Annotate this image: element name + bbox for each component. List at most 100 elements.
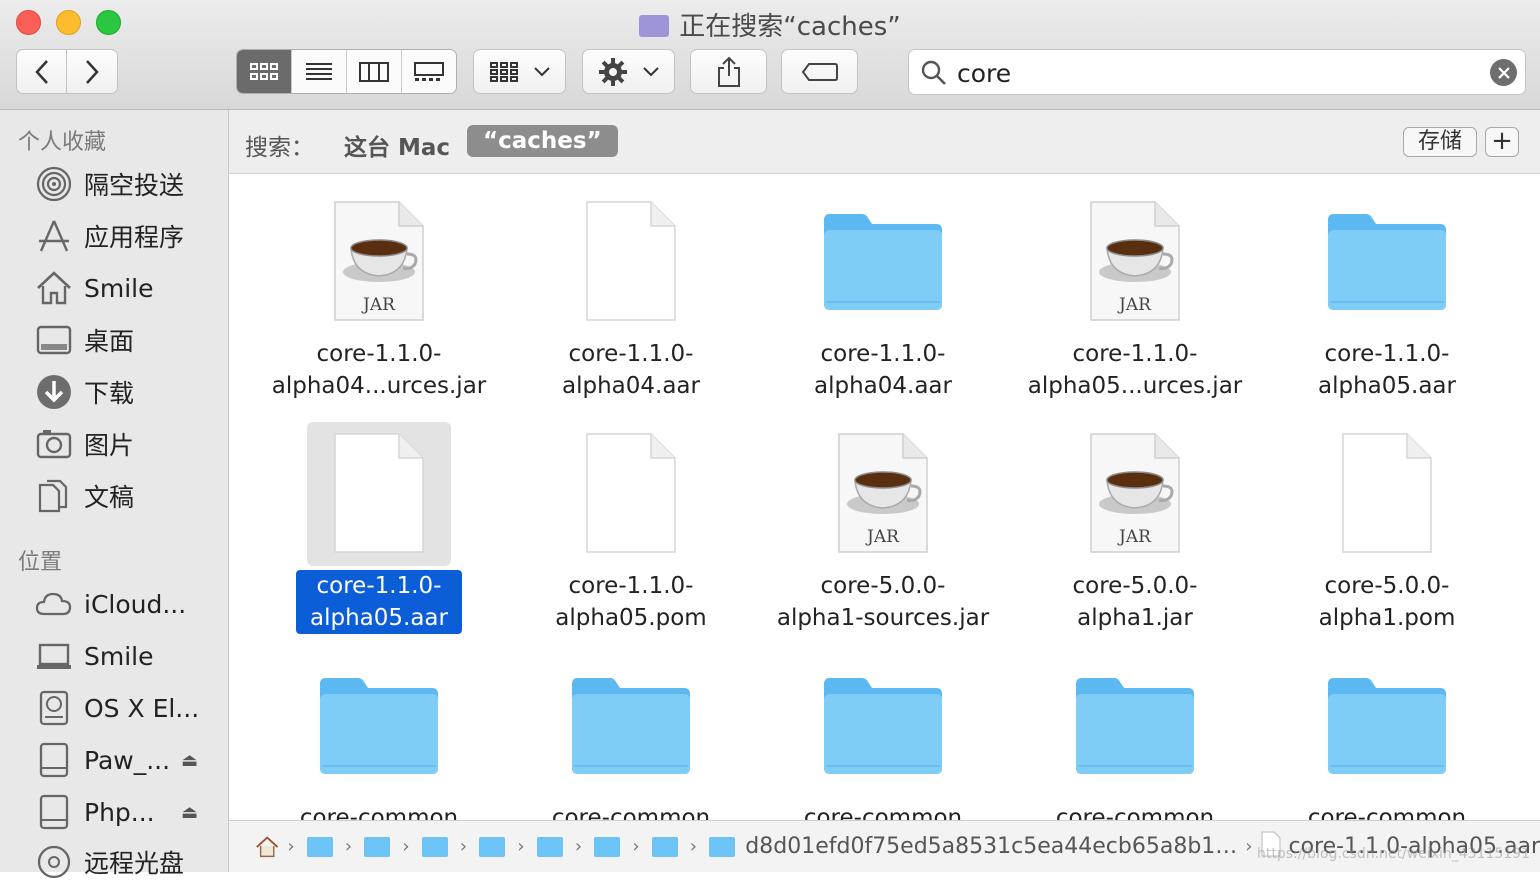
folder-icon: [1315, 190, 1459, 334]
sidebar-item-home[interactable]: Smile: [34, 268, 224, 308]
sidebar-item-label: 文稿: [84, 478, 134, 514]
file-name-line1: core-1.1.0-: [1318, 338, 1457, 370]
document-icon: [559, 422, 703, 566]
file-name-line1: core-5.0.0-: [1066, 570, 1205, 602]
clear-search-button[interactable]: [1490, 59, 1517, 86]
folder-item[interactable]: core-common: [1237, 638, 1487, 820]
add-criteria-button[interactable]: +: [1485, 127, 1519, 157]
search-field[interactable]: [908, 49, 1526, 95]
icon-view-icon: [249, 61, 279, 83]
folder-item[interactable]: core-common: [229, 638, 479, 820]
path-folder-icon[interactable]: [709, 837, 735, 857]
file-name-line2: alpha04...urces.jar: [265, 370, 494, 402]
folder-item[interactable]: core-1.1.0-alpha04.aar: [733, 174, 983, 406]
cloud-icon: [34, 584, 74, 624]
path-separator: ›: [460, 836, 467, 857]
file-item[interactable]: JAR core-5.0.0-alpha1.jar: [985, 406, 1235, 638]
save-search-button[interactable]: 存储: [1403, 127, 1477, 157]
sidebar-item-airdrop[interactable]: 隔空投送: [34, 164, 224, 204]
jar-badge-text: JAR: [361, 295, 396, 315]
sidebar-item-documents[interactable]: 文稿: [34, 476, 224, 516]
path-hash-folder[interactable]: d8d01efd0f75ed5a8531c5ea44ecb65a8b1…: [745, 834, 1237, 859]
search-scope-bar: 搜索： 这台 Mac “caches” 存储 +: [229, 110, 1540, 174]
sidebar-item-label: Smile: [84, 642, 154, 671]
column-view-icon: [358, 61, 390, 83]
forward-button[interactable]: [66, 49, 118, 94]
file-item[interactable]: core-1.1.0-alpha04.aar: [481, 174, 731, 406]
list-view-button[interactable]: [291, 50, 346, 93]
documents-icon: [34, 476, 74, 516]
group-grid-icon: [489, 61, 519, 83]
path-separator: ›: [517, 836, 524, 857]
file-item[interactable]: core-1.1.0-alpha05.aar: [229, 406, 479, 638]
path-folder-icon[interactable]: [652, 837, 678, 857]
path-separator: ›: [575, 836, 582, 857]
file-name-line1: core-1.1.0-: [562, 338, 701, 370]
sidebar-item-pictures[interactable]: 图片: [34, 424, 224, 464]
scope-this-mac-button[interactable]: 这台 Mac: [344, 128, 450, 162]
file-name: core-5.0.0-alpha1.pom: [1237, 570, 1537, 634]
applications-icon: [34, 216, 74, 256]
path-separator: ›: [287, 836, 294, 857]
column-view-button[interactable]: [346, 50, 401, 93]
folder-icon: [811, 190, 955, 334]
list-view-icon: [304, 61, 334, 83]
edit-tags-button[interactable]: [781, 49, 858, 94]
file-name-line1: core-1.1.0-: [1066, 338, 1205, 370]
home-icon[interactable]: [255, 835, 279, 859]
scope-current-folder-button[interactable]: “caches”: [467, 125, 618, 157]
group-by-button[interactable]: [473, 49, 566, 94]
sidebar-item-label: Smile: [84, 274, 154, 303]
icon-view-button[interactable]: [237, 50, 291, 93]
file-name-line1: core-common: [545, 802, 717, 820]
file-name-line1: core-1.1.0-: [310, 338, 449, 370]
jar-badge-text: JAR: [865, 527, 900, 547]
sidebar-item-os-x-disk[interactable]: OS X El...: [34, 688, 224, 728]
folder-item[interactable]: core-1.1.0-alpha05.aar: [1237, 174, 1487, 406]
path-folder-icon[interactable]: [537, 837, 563, 857]
sidebar-item-downloads[interactable]: 下载: [34, 372, 224, 412]
sidebar: 个人收藏 隔空投送 应用程序 Smile 桌面 下载 图片 文稿 位置 iClo…: [0, 110, 229, 872]
downloads-icon: [34, 372, 74, 412]
search-input[interactable]: [955, 54, 1479, 92]
file-item[interactable]: core-1.1.0-alpha05.pom: [481, 406, 731, 638]
file-name: core-common: [1237, 802, 1537, 820]
smart-folder-icon: [639, 15, 669, 37]
jar-file-icon: JAR: [1063, 422, 1207, 566]
path-folder-icon[interactable]: [479, 837, 505, 857]
back-button[interactable]: [16, 49, 67, 94]
file-name-line2: alpha05...urces.jar: [1021, 370, 1250, 402]
path-separator: ›: [1245, 836, 1252, 857]
folder-item[interactable]: core-common: [985, 638, 1235, 820]
file-item[interactable]: core-5.0.0-alpha1.pom: [1237, 406, 1487, 638]
share-button[interactable]: [690, 49, 767, 94]
sidebar-item-remote-disc[interactable]: 远程光盘: [34, 842, 224, 882]
path-folder-icon[interactable]: [594, 837, 620, 857]
sidebar-item-mac[interactable]: Smile: [34, 636, 224, 676]
sidebar-item-desktop[interactable]: 桌面: [34, 320, 224, 360]
file-item[interactable]: JAR core-1.1.0-alpha04...urces.jar: [229, 174, 479, 406]
jar-badge-text: JAR: [1117, 295, 1152, 315]
eject-icon[interactable]: ⏏: [181, 750, 198, 771]
path-folder-icon[interactable]: [364, 837, 390, 857]
file-name-line2: alpha1.jar: [1070, 602, 1200, 634]
sidebar-item-label: 隔空投送: [84, 166, 184, 202]
document-icon: [307, 422, 451, 566]
eject-icon[interactable]: ⏏: [181, 802, 198, 823]
path-folder-icon[interactable]: [422, 837, 448, 857]
file-item[interactable]: JAR core-1.1.0-alpha05...urces.jar: [985, 174, 1235, 406]
folder-item[interactable]: core-common: [733, 638, 983, 820]
search-icon: [920, 59, 948, 87]
external-disk-icon: [34, 792, 74, 832]
folder-item[interactable]: core-common: [481, 638, 731, 820]
gallery-view-button[interactable]: [401, 50, 456, 93]
file-name-line1: core-1.1.0-: [814, 338, 953, 370]
file-item[interactable]: JAR core-5.0.0-alpha1-sources.jar: [733, 406, 983, 638]
sidebar-item-applications[interactable]: 应用程序: [34, 216, 224, 256]
action-menu-button[interactable]: [582, 49, 675, 94]
remote-disc-icon: [34, 842, 74, 882]
path-folder-icon[interactable]: [307, 837, 333, 857]
sidebar-item-icloud[interactable]: iCloud...: [34, 584, 224, 624]
desktop-icon: [34, 320, 74, 360]
sidebar-item-label: Paw_...: [84, 746, 170, 775]
